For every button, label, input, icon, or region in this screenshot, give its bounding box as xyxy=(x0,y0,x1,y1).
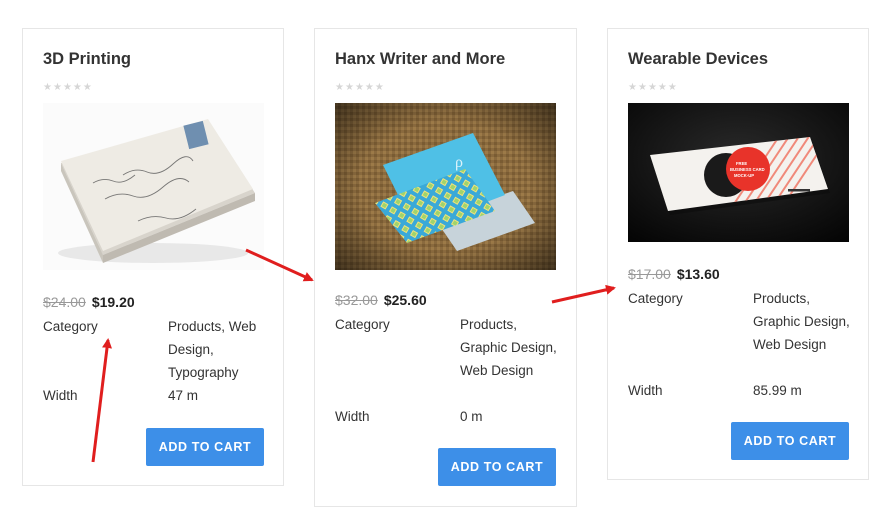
svg-text:BUSINESS CARD: BUSINESS CARD xyxy=(730,167,765,172)
product-image[interactable] xyxy=(43,103,264,270)
mockup-image-text: FREE xyxy=(736,161,747,166)
width-label: Width xyxy=(628,383,663,398)
sale-price: $13.60 xyxy=(676,266,720,282)
rating-stars: ★ ★ ★ ★ ★ xyxy=(335,83,384,93)
star-icon: ★ xyxy=(667,82,677,93)
product-title[interactable]: Wearable Devices xyxy=(628,50,768,69)
svg-text:ρ: ρ xyxy=(455,154,463,171)
category-label: Category xyxy=(43,319,98,334)
star-icon: ★ xyxy=(637,82,647,93)
width-label: Width xyxy=(43,388,78,403)
star-icon: ★ xyxy=(364,82,374,93)
star-icon: ★ xyxy=(374,82,384,93)
category-value: Products, Web Design, Typography xyxy=(168,319,257,380)
product-title[interactable]: 3D Printing xyxy=(43,50,131,69)
star-icon: ★ xyxy=(62,82,72,93)
add-to-cart-button[interactable]: ADD TO CART xyxy=(731,422,849,460)
category-label: Category xyxy=(335,317,390,332)
sale-price: $25.60 xyxy=(383,292,427,308)
star-icon: ★ xyxy=(72,82,82,93)
star-icon: ★ xyxy=(657,82,667,93)
product-image[interactable]: ρ xyxy=(335,103,556,270)
width-value: 85.99 m xyxy=(753,383,802,398)
category-value: Products, Graphic Design, Web Design xyxy=(753,291,850,352)
price-row: $32.00 $25.60 xyxy=(335,292,427,308)
product-card: Hanx Writer and More ★ ★ ★ ★ ★ ρ $32.00 … xyxy=(314,28,577,507)
product-title[interactable]: Hanx Writer and More xyxy=(335,50,505,69)
width-value: 0 m xyxy=(460,409,483,424)
star-icon: ★ xyxy=(82,82,92,93)
add-to-cart-button[interactable]: ADD TO CART xyxy=(146,428,264,466)
star-icon: ★ xyxy=(354,82,364,93)
old-price: $17.00 xyxy=(628,266,671,282)
old-price: $24.00 xyxy=(43,294,86,310)
rating-stars: ★ ★ ★ ★ ★ xyxy=(43,83,92,93)
star-icon: ★ xyxy=(628,82,637,93)
star-icon: ★ xyxy=(52,82,62,93)
star-icon: ★ xyxy=(335,82,344,93)
old-price: $32.00 xyxy=(335,292,378,308)
category-label: Category xyxy=(628,291,683,306)
price-row: $17.00 $13.60 xyxy=(628,266,720,282)
width-value: 47 m xyxy=(168,388,199,403)
star-icon: ★ xyxy=(344,82,354,93)
product-card: 3D Printing ★ ★ ★ ★ ★ $24.00 $19.20 Cate… xyxy=(22,28,284,486)
width-label: Width xyxy=(335,409,370,424)
product-grid: 3D Printing ★ ★ ★ ★ ★ $24.00 $19.20 Cate… xyxy=(0,0,883,528)
category-value: Products, Graphic Design, Web Design xyxy=(460,317,557,378)
star-icon: ★ xyxy=(647,82,657,93)
product-card: Wearable Devices ★ ★ ★ ★ ★ FREE BUSINESS… xyxy=(607,28,869,480)
svg-text:MOCK-UP: MOCK-UP xyxy=(734,173,754,178)
product-image[interactable]: FREE BUSINESS CARD MOCK-UP xyxy=(628,103,849,242)
rating-stars: ★ ★ ★ ★ ★ xyxy=(628,83,677,93)
add-to-cart-button[interactable]: ADD TO CART xyxy=(438,448,556,486)
star-icon: ★ xyxy=(43,82,52,93)
price-row: $24.00 $19.20 xyxy=(43,294,135,310)
sale-price: $19.20 xyxy=(91,294,135,310)
